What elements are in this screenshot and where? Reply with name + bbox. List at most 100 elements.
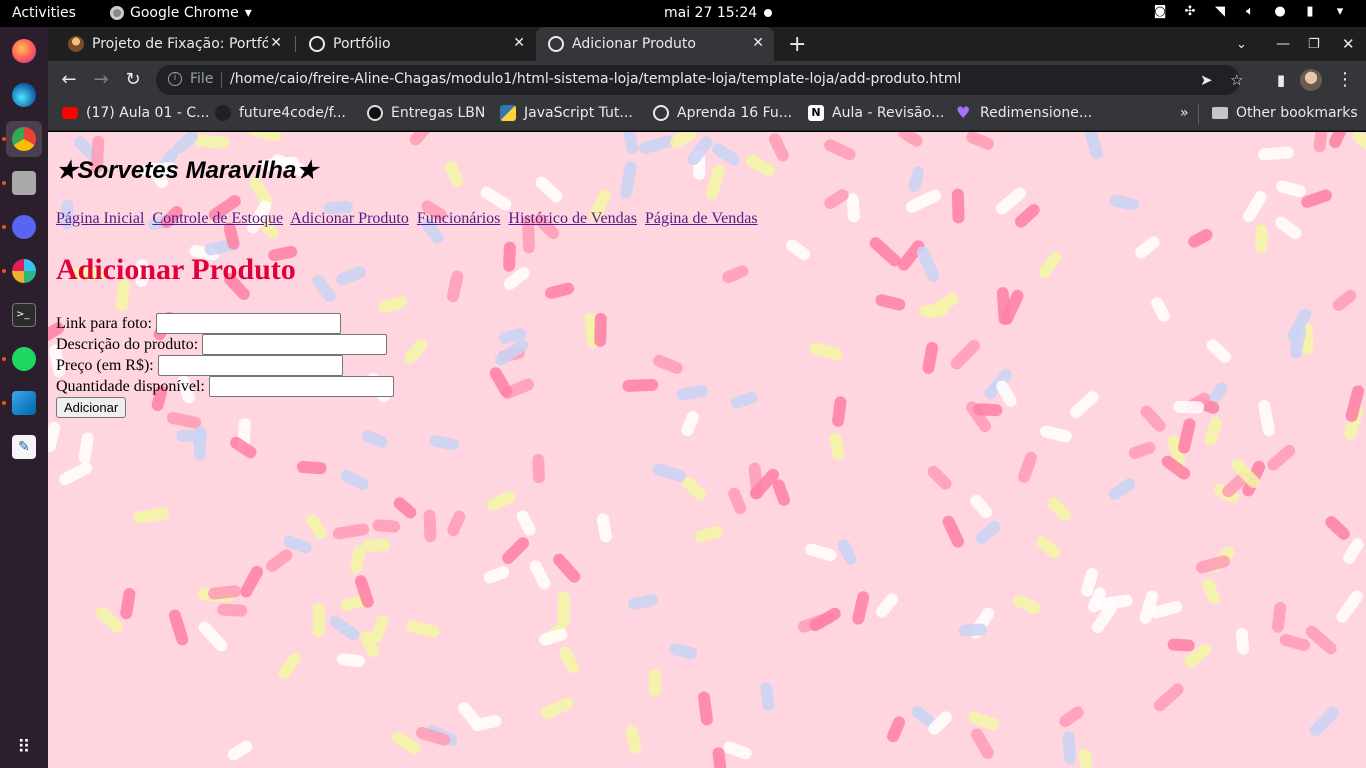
reload-icon[interactable]: ↻ <box>122 69 144 91</box>
bookmark-item[interactable]: Aprenda 16 Fu... <box>653 105 792 121</box>
forward-arrow-icon[interactable]: → <box>90 69 112 91</box>
notification-dot-icon <box>764 9 772 17</box>
nav-link-funcionarios[interactable]: Funcionários <box>417 210 501 227</box>
sprinkle <box>278 653 301 680</box>
sprinkle <box>1336 590 1363 623</box>
nav-link-pagina-inicial[interactable]: Página Inicial <box>56 210 144 227</box>
bookmark-label: (17) Aula 01 - C... <box>86 105 210 121</box>
profile-avatar[interactable] <box>1300 69 1322 91</box>
wifi-icon[interactable]: ◥ <box>1212 4 1228 20</box>
dock-discord[interactable] <box>2 209 42 245</box>
sprinkle <box>786 239 810 261</box>
sprinkle <box>1151 297 1170 322</box>
battery-icon[interactable]: ▮ <box>1302 4 1318 20</box>
maximize-icon[interactable]: ❐ <box>1308 27 1320 61</box>
sprinkle <box>248 132 282 142</box>
dock-spotify[interactable] <box>2 341 42 377</box>
sprinkle <box>540 697 574 719</box>
activities-button[interactable]: Activities <box>12 5 76 21</box>
sprinkle <box>1332 289 1357 311</box>
tab-search-icon[interactable]: ⌄ <box>1236 27 1247 61</box>
python-icon <box>500 105 516 121</box>
side-panel-icon[interactable]: ▮ <box>1270 69 1292 91</box>
sprinkle <box>544 282 575 299</box>
sprinkle <box>958 623 987 637</box>
bookmarks-overflow-icon[interactable]: » <box>1180 105 1189 121</box>
dock-text-editor[interactable]: ✎ <box>6 429 42 465</box>
back-arrow-icon[interactable]: ← <box>58 69 80 91</box>
tab-adicionar-produto[interactable]: Adicionar Produto ✕ <box>536 27 774 61</box>
system-tray[interactable]: ◙ ✣ ◥ 🔈︎ ● ▮ ▾ <box>1152 4 1348 20</box>
dock-slack[interactable] <box>2 253 42 289</box>
sprinkle <box>447 510 466 537</box>
address-bar[interactable]: i File /home/caio/freire-Aline-Chagas/mo… <box>156 65 1243 95</box>
running-indicator <box>2 357 6 361</box>
other-bookmarks[interactable]: Other bookmarks <box>1212 105 1358 121</box>
nav-link-historico-vendas[interactable]: Histórico de Vendas <box>508 210 637 227</box>
sprinkle <box>653 354 683 374</box>
close-icon[interactable]: ✕ <box>513 35 525 51</box>
sprinkle <box>824 189 849 210</box>
sprinkle <box>503 241 516 272</box>
bookmark-item[interactable]: ♥ Redimensione... <box>956 105 1092 122</box>
app-menu[interactable]: Google Chrome ▾ <box>110 5 252 21</box>
microphone-icon[interactable]: ● <box>1272 4 1288 20</box>
dock-edge[interactable] <box>6 77 42 113</box>
running-indicator <box>2 225 6 229</box>
tab-portfolio[interactable]: Portfólio ✕ <box>297 27 535 61</box>
bookmark-item[interactable]: N Aula - Revisão... <box>808 105 944 121</box>
url-text[interactable]: /home/caio/freire-Aline-Chagas/modulo1/h… <box>230 71 961 87</box>
sprinkle <box>623 132 639 154</box>
window-close-icon[interactable]: ✕ <box>1342 27 1355 61</box>
input-preco[interactable] <box>157 355 343 376</box>
close-icon[interactable]: ✕ <box>270 35 282 51</box>
new-tab-button[interactable]: + <box>788 27 806 61</box>
add-product-button[interactable]: Adicionar <box>56 397 127 418</box>
input-quantidade[interactable] <box>208 376 394 397</box>
bookmark-item[interactable]: JavaScript Tut... <box>500 105 633 121</box>
dock-terminal[interactable]: >_ <box>6 297 42 333</box>
sprinkle <box>532 454 545 484</box>
dock-chrome[interactable] <box>2 121 42 157</box>
sprinkle <box>48 422 61 452</box>
clock[interactable]: mai 27 15:24 <box>664 5 757 21</box>
sprinkle <box>1345 385 1365 422</box>
sprinkle <box>824 139 856 161</box>
dock-app-grid[interactable]: ⠿ <box>6 729 42 765</box>
tab-projeto-fixacao[interactable]: Projeto de Fixação: Portfó ✕ <box>56 27 292 61</box>
nav-link-adicionar-produto[interactable]: Adicionar Produto <box>290 210 409 227</box>
sprinkle <box>1243 190 1267 223</box>
bookmark-label: future4code/f... <box>239 105 346 121</box>
sprinkle <box>483 566 510 584</box>
sprinkle <box>712 143 740 166</box>
sprinkle <box>1014 204 1040 228</box>
bookmark-star-icon[interactable]: ☆ <box>1230 71 1243 89</box>
avatar-icon <box>1300 69 1322 91</box>
chrome-icon <box>12 127 36 151</box>
input-descricao[interactable] <box>202 334 388 355</box>
bookmark-item[interactable]: future4code/f... <box>215 105 346 121</box>
dock-vscode[interactable] <box>2 385 42 421</box>
slack-tray-icon[interactable]: ✣ <box>1182 4 1198 20</box>
sprinkle <box>445 161 463 187</box>
dock-firefox[interactable] <box>6 33 42 69</box>
info-icon[interactable]: i <box>168 72 182 86</box>
sprinkle <box>1309 706 1339 737</box>
close-icon[interactable]: ✕ <box>752 35 764 51</box>
dock-files[interactable] <box>2 165 42 201</box>
minimize-icon[interactable]: — <box>1276 27 1290 61</box>
nav-link-pagina-vendas[interactable]: Página de Vendas <box>645 210 758 227</box>
bookmark-item[interactable]: Entregas LBN <box>367 105 485 121</box>
firefox-icon <box>12 39 36 63</box>
menu-kebab-icon[interactable]: ⋮ <box>1334 69 1356 91</box>
nav-link-controle-estoque[interactable]: Controle de Estoque <box>152 210 283 227</box>
bookmark-item[interactable]: (17) Aula 01 - C... <box>62 105 209 121</box>
sprinkle <box>676 384 708 401</box>
send-tab-icon[interactable]: ➤ <box>1200 71 1213 89</box>
sprinkle <box>361 538 391 552</box>
discord-tray-icon[interactable]: ◙ <box>1152 4 1168 20</box>
input-link-foto[interactable] <box>155 313 341 334</box>
sprinkle <box>1206 339 1231 363</box>
power-menu-icon[interactable]: ▾ <box>1332 4 1348 20</box>
volume-icon[interactable]: 🔈︎ <box>1242 4 1258 20</box>
